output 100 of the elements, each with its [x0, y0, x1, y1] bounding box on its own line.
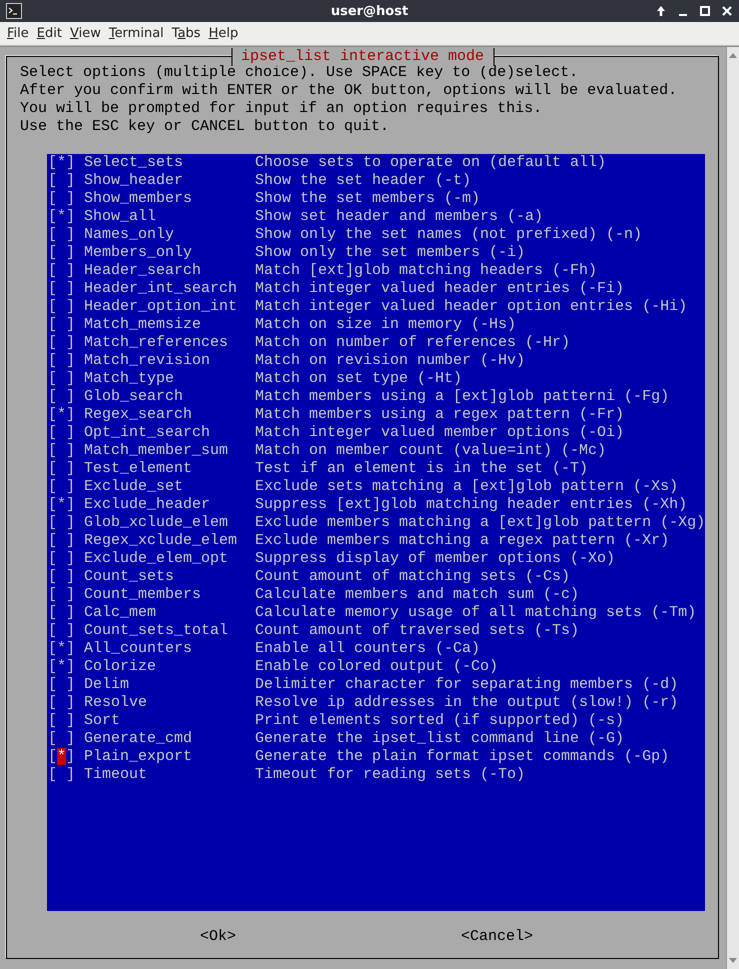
- option-name[interactable]: Header_search: [84, 262, 255, 280]
- instruction-text: Use the ESC key or CANCEL button to quit.: [20, 118, 390, 136]
- checkbox[interactable]: [*]: [48, 406, 84, 424]
- option-name[interactable]: Match_references: [84, 334, 255, 352]
- option-name[interactable]: Generate_cmd: [84, 730, 255, 748]
- checkbox[interactable]: [ ]: [48, 424, 84, 442]
- option-name[interactable]: Show_members: [84, 190, 255, 208]
- checkbox[interactable]: [*]: [48, 658, 84, 676]
- menu-item[interactable]: Terminal: [104, 26, 168, 41]
- option-name[interactable]: Header_option_int: [84, 298, 255, 316]
- up-arrow-icon[interactable]: [655, 5, 667, 17]
- option-name[interactable]: Sort: [84, 712, 255, 730]
- option-name[interactable]: Glob_xclude_elem: [84, 514, 255, 532]
- checkbox[interactable]: [ ]: [48, 586, 84, 604]
- dialog-button[interactable]: <Ok>: [200, 928, 236, 946]
- option-name[interactable]: Show_all: [84, 208, 255, 226]
- option-name[interactable]: Members_only: [84, 244, 255, 262]
- menu-item[interactable]: Edit: [32, 26, 66, 41]
- option-name[interactable]: Regex_xclude_elem: [84, 532, 255, 550]
- checkbox[interactable]: [*]: [48, 748, 84, 766]
- option-name[interactable]: Exclude_elem_opt: [84, 550, 255, 568]
- checkbox[interactable]: [*]: [48, 208, 84, 226]
- option-name[interactable]: Exclude_set: [84, 478, 255, 496]
- option-name[interactable]: Glob_search: [84, 388, 255, 406]
- checkbox[interactable]: [ ]: [48, 352, 84, 370]
- checkbox[interactable]: [ ]: [48, 190, 84, 208]
- option-description: Suppress [ext]glob matching header entries (-Xh): [255, 496, 688, 514]
- checkbox[interactable]: [*]: [48, 154, 84, 172]
- terminal-icon: [6, 3, 22, 19]
- option-name[interactable]: Regex_search: [84, 406, 255, 424]
- checkbox[interactable]: [ ]: [48, 604, 84, 622]
- checkbox[interactable]: [ ]: [48, 298, 84, 316]
- option-description: Count amount of matching sets (-Cs): [255, 568, 570, 586]
- option-name[interactable]: Show_header: [84, 172, 255, 190]
- checkbox[interactable]: [ ]: [48, 370, 84, 388]
- maximize-icon[interactable]: [699, 5, 711, 17]
- checkbox[interactable]: [ ]: [48, 262, 84, 280]
- menu-item[interactable]: Help: [204, 26, 242, 41]
- checkbox[interactable]: [ ]: [48, 316, 84, 334]
- menu-item[interactable]: View: [66, 26, 105, 41]
- checkbox[interactable]: [ ]: [48, 280, 84, 298]
- option-description: Show only the set members (-i): [255, 244, 526, 262]
- checkbox[interactable]: [ ]: [48, 478, 84, 496]
- option-name[interactable]: Header_int_search: [84, 280, 255, 298]
- checkbox[interactable]: [*]: [48, 496, 84, 514]
- option-name[interactable]: Count_sets: [84, 568, 255, 586]
- checkbox[interactable]: [ ]: [48, 226, 84, 244]
- option-name[interactable]: Test_element: [84, 460, 255, 478]
- checkbox[interactable]: [ ]: [48, 244, 84, 262]
- option-name[interactable]: All_counters: [84, 640, 255, 658]
- checkbox[interactable]: [ ]: [48, 622, 84, 640]
- scroll-up-icon[interactable]: [728, 51, 738, 59]
- option-name[interactable]: Opt_int_search: [84, 424, 255, 442]
- option-description: Calculate members and match sum (-c): [255, 586, 580, 604]
- option-name[interactable]: Plain_export: [84, 748, 255, 766]
- checkbox[interactable]: [ ]: [48, 442, 84, 460]
- option-name[interactable]: Match_revision: [84, 352, 255, 370]
- checkbox[interactable]: [ ]: [48, 172, 84, 190]
- option-name[interactable]: Count_sets_total: [84, 622, 255, 640]
- option-name[interactable]: Count_members: [84, 586, 255, 604]
- option-name[interactable]: Match_member_sum: [84, 442, 255, 460]
- option-name[interactable]: Calc_mem: [84, 604, 255, 622]
- menu-item[interactable]: Tabs: [168, 26, 205, 41]
- option-description: Generate the plain format ipset commands (-Gp): [255, 748, 670, 766]
- scrollbar[interactable]: [726, 47, 739, 969]
- option-name[interactable]: Resolve: [84, 694, 255, 712]
- close-icon[interactable]: [721, 5, 733, 17]
- checkbox[interactable]: [ ]: [48, 550, 84, 568]
- checkbox[interactable]: [ ]: [48, 568, 84, 586]
- option-description: Enable colored output (-Co): [255, 658, 498, 676]
- scroll-down-icon[interactable]: [728, 957, 738, 965]
- option-description: Match on size in memory (-Hs): [255, 316, 516, 334]
- checkbox[interactable]: [ ]: [48, 532, 84, 550]
- option-description: Calculate memory usage of all matching sets (-Tm): [255, 604, 696, 622]
- option-description: Print elements sorted (if supported) (-s): [255, 712, 624, 730]
- option-name[interactable]: Timeout: [84, 766, 255, 784]
- option-name[interactable]: Names_only: [84, 226, 255, 244]
- option-name[interactable]: Match_memsize: [84, 316, 255, 334]
- menu-item[interactable]: File: [3, 26, 33, 41]
- checkbox[interactable]: [ ]: [48, 514, 84, 532]
- checkbox[interactable]: [ ]: [48, 334, 84, 352]
- option-description: Match members using a regex pattern (-Fr): [255, 406, 624, 424]
- dialog-button[interactable]: <Cancel>: [461, 928, 534, 946]
- option-description: Match integer valued header entries (-Fi): [255, 280, 624, 298]
- option-name[interactable]: Delim: [84, 676, 255, 694]
- checkbox[interactable]: [ ]: [48, 766, 84, 784]
- option-name[interactable]: Exclude_header: [84, 496, 255, 514]
- option-name[interactable]: Match_type: [84, 370, 255, 388]
- option-description: Enable all counters (-Ca): [255, 640, 480, 658]
- checkbox[interactable]: [*]: [48, 640, 84, 658]
- option-name[interactable]: Select_sets: [84, 154, 255, 172]
- option-name[interactable]: Colorize: [84, 658, 255, 676]
- checkbox[interactable]: [ ]: [48, 388, 84, 406]
- checkbox[interactable]: [ ]: [48, 694, 84, 712]
- checkbox[interactable]: [ ]: [48, 676, 84, 694]
- checkbox[interactable]: [ ]: [48, 730, 84, 748]
- checkbox[interactable]: [ ]: [48, 460, 84, 478]
- option-description: Exclude members matching a regex pattern (-Xr): [255, 532, 670, 550]
- checkbox[interactable]: [ ]: [48, 712, 84, 730]
- option-description: Timeout for reading sets (-To): [255, 766, 526, 784]
